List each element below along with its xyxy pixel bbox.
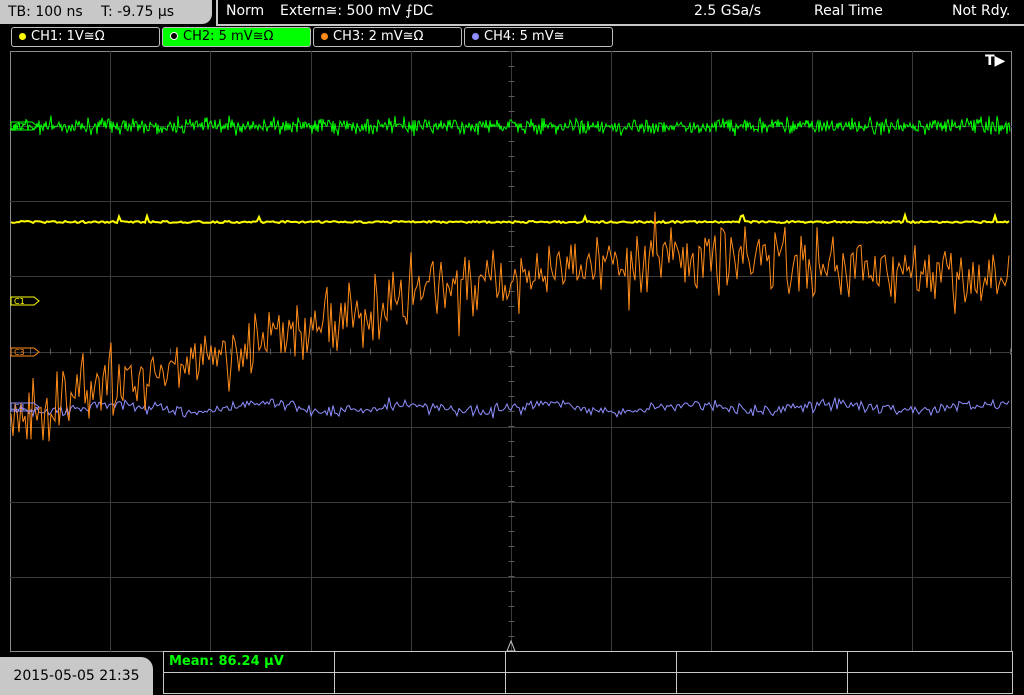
channel-3-label: CH3: 2 mV≅Ω bbox=[333, 29, 424, 44]
channel-3-dot-icon bbox=[321, 32, 328, 40]
waveform-display[interactable]: C2 C1 C3 C4 bbox=[10, 51, 1012, 652]
channel-4-button[interactable]: CH4: 5 mV≅ bbox=[464, 27, 613, 47]
measurement-row-divider bbox=[164, 672, 1012, 673]
trigger-position-indicator[interactable]: T▶ bbox=[985, 53, 1005, 69]
timebase-readout[interactable]: TB: 100 ns bbox=[8, 0, 83, 24]
ready-status: Not Rdy. bbox=[952, 3, 1011, 19]
channel-4-label: CH4: 5 mV≅ bbox=[484, 29, 565, 44]
status-bar: Norm Extern≅: 500 mV ⨍DC 2.5 GSa/s Real … bbox=[216, 0, 1024, 26]
channel-bar: CH1: 1V≅Ω CH2: 5 mV≅Ω CH3: 2 mV≅Ω CH4: 5… bbox=[0, 27, 1024, 47]
channel-4-marker-label: C4 bbox=[14, 403, 25, 412]
measurement-cell-divider bbox=[334, 652, 335, 693]
channel-1-button[interactable]: CH1: 1V≅Ω bbox=[11, 27, 160, 47]
trigger-mode[interactable]: Norm bbox=[226, 0, 264, 23]
measurement-panel: Mean: 86.24 µV bbox=[163, 651, 1013, 694]
measurement-cell-divider bbox=[847, 652, 848, 693]
channel-3-button[interactable]: CH3: 2 mV≅Ω bbox=[313, 27, 462, 47]
channel-2-label: CH2: 5 mV≅Ω bbox=[183, 29, 274, 44]
timebase-panel[interactable]: TB: 100 ns T: -9.75 µs bbox=[0, 0, 212, 24]
channel-1-dot-icon bbox=[19, 32, 26, 40]
datetime-display: 2015-05-05 21:35 bbox=[0, 657, 153, 695]
trigger-source[interactable]: Extern≅: 500 mV ⨍DC bbox=[280, 0, 433, 23]
channel-1-label: CH1: 1V≅Ω bbox=[31, 29, 105, 44]
channel-2-marker-label: C2 bbox=[14, 122, 25, 131]
measurement-cell-divider bbox=[676, 652, 677, 693]
channel-4-dot-icon bbox=[472, 32, 479, 40]
channel-3-marker-label: C3 bbox=[14, 348, 25, 357]
mean-measurement[interactable]: Mean: 86.24 µV bbox=[169, 654, 284, 669]
sample-rate: 2.5 GSa/s bbox=[694, 3, 762, 19]
measurement-cell-divider bbox=[505, 652, 506, 693]
channel-2-dot-icon bbox=[170, 32, 178, 40]
channel-2-button[interactable]: CH2: 5 mV≅Ω bbox=[162, 27, 311, 47]
acquisition-mode: Real Time bbox=[814, 3, 883, 19]
channel-1-marker-label: C1 bbox=[14, 297, 25, 306]
trigger-time-readout[interactable]: T: -9.75 µs bbox=[101, 0, 174, 24]
